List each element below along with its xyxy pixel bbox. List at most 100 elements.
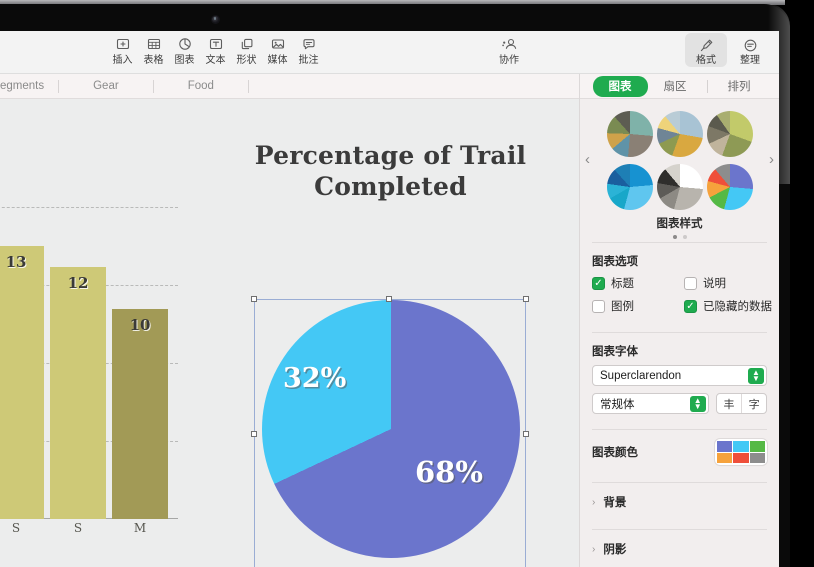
checkbox-description-icon[interactable] [684,277,697,290]
format-brush-icon [699,36,714,54]
chart-styles-section: ‹ › 图表样式 [580,99,779,234]
chart-style-thumb-1[interactable] [607,111,653,157]
increase-font-size-button[interactable]: 字 [741,394,766,413]
checkbox-row-legend[interactable]: 图例 [592,298,684,314]
checkbox-legend-icon[interactable] [592,300,605,313]
chevron-updown-icon[interactable]: ▲▼ [690,396,706,412]
sidebar-tab-bar: 图表 扇区 排列 [580,74,779,99]
font-family-select[interactable]: Superclarendon ▲▼ [592,365,767,386]
table-icon [147,34,161,53]
checkbox-hidden-data-icon[interactable]: ✓ [684,300,697,313]
chevron-right-icon: › [592,497,595,508]
toolbar-button-format[interactable]: 格式 [685,33,727,67]
chart-options-heading: 图表选项 [580,243,779,275]
bar-category-label: M [112,519,168,537]
webcam-lens-icon [214,17,216,19]
chart-colors-label: 图表颜色 [592,444,638,460]
chart-colors-swatch[interactable] [715,439,767,465]
chart-style-thumb-2[interactable] [657,111,703,157]
chevron-right-icon[interactable]: › [769,151,774,168]
bar-value-label: 10 [112,316,168,334]
bar-chart[interactable]: 13 12 10 S S M [0,207,178,537]
swatch-color-2 [733,441,748,452]
toolbar-button-collaborate[interactable]: 协作 [492,34,526,67]
comment-icon [302,34,316,53]
sheet-tab-gear[interactable]: Gear [59,80,153,92]
chart-icon [178,34,192,53]
resize-handle-middle-right[interactable] [523,431,529,437]
pager-dot-1[interactable] [673,235,677,239]
text-icon [209,34,223,53]
pager-dot-2[interactable] [683,235,687,239]
checkbox-label-title: 标题 [611,275,634,291]
checkbox-title-icon[interactable]: ✓ [592,277,605,290]
selection-frame[interactable] [254,299,526,567]
bar-value-label: 13 [0,253,44,271]
toolbar-insert-group: 插入 表格 图表 [107,34,324,67]
bar-chart-bar[interactable]: 12 [50,267,106,519]
document-canvas[interactable]: 13 12 10 S S M Percentage of Trail [0,99,579,567]
toolbar-label-text: 文本 [206,54,226,67]
toolbar-button-media[interactable]: 媒体 [262,34,293,67]
bar-chart-bar[interactable]: 13 [0,246,44,519]
toolbar-label-shape: 形状 [237,54,257,67]
tab-arrange[interactable]: 排列 [712,76,767,97]
swatch-color-4 [717,453,732,464]
collaborate-icon [501,34,517,53]
sheet-tab-segments[interactable]: egments [0,80,58,92]
chart-style-thumb-3[interactable] [707,111,753,157]
bar-chart-gridline [0,207,178,208]
toolbar-button-shape[interactable]: 形状 [231,34,262,67]
toolbar-button-chart[interactable]: 图表 [169,34,200,67]
bar-chart-bar[interactable]: 10 [112,309,168,519]
resize-handle-middle-left[interactable] [251,431,257,437]
checkbox-row-description[interactable]: 说明 [684,275,776,291]
chevron-left-icon[interactable]: ‹ [585,151,590,168]
decrease-font-size-button[interactable]: 丰 [717,394,742,413]
toolbar-label-chart: 图表 [175,54,195,67]
toolbar-button-organize[interactable]: 整理 [729,33,771,67]
chart-style-thumb-5[interactable] [657,164,703,210]
toolbar-collaborate-group: 协作 [492,34,526,67]
checkbox-row-title[interactable]: ✓ 标题 [592,275,684,291]
chart-style-thumb-6[interactable] [707,164,753,210]
tab-chart[interactable]: 图表 [593,76,648,97]
toolbar-label-media: 媒体 [268,54,288,67]
format-sidebar: 图表 扇区 排列 ‹ › 图表样式 [579,74,779,567]
insert-icon [116,34,130,53]
bar-value-label: 12 [50,274,106,292]
main-toolbar: 插入 表格 图表 [0,31,779,74]
section-background[interactable]: › 背景 [580,483,779,521]
font-style-select[interactable]: 常规体 ▲▼ [592,393,709,414]
chart-options-group: ✓ 标题 说明 图例 ✓ 已隐藏的数据 [580,275,779,324]
media-icon [271,34,285,53]
resize-handle-top-left[interactable] [251,296,257,302]
resize-handle-top-right[interactable] [523,296,529,302]
tab-wedges[interactable]: 扇区 [648,76,703,97]
toolbar-label-format: 格式 [696,54,716,67]
resize-handle-top-center[interactable] [386,296,392,302]
font-style-row: 常规体 ▲▼ 丰 字 [580,393,779,421]
sheet-tab-food[interactable]: Food [154,80,248,92]
toolbar-button-comment[interactable]: 批注 [293,34,324,67]
toolbar-label-comment: 批注 [299,54,319,67]
sheet-tab-bar: egments Gear Food [0,74,579,99]
toolbar-button-table[interactable]: 表格 [138,34,169,67]
toolbar-label-insert: 插入 [113,54,133,67]
font-family-value: Superclarendon [600,370,681,382]
sheet-tab-separator [248,80,249,93]
toolbar-button-text[interactable]: 文本 [200,34,231,67]
toolbar-button-insert[interactable]: 插入 [107,34,138,67]
chart-style-thumb-4[interactable] [607,164,653,210]
checkbox-label-legend: 图例 [611,298,634,314]
font-style-value: 常规体 [600,396,635,412]
section-label-shadow: 阴影 [603,541,626,557]
chevron-updown-icon[interactable]: ▲▼ [748,368,764,384]
bar-category-label: S [0,519,44,537]
webcam-icon [212,16,219,23]
page-title: Percentage of Trail Completed [248,141,533,202]
screenshot-root: 插入 表格 图表 [0,0,814,567]
checkbox-row-hidden-data[interactable]: ✓ 已隐藏的数据 [684,298,776,314]
section-shadow[interactable]: › 阴影 [580,530,779,567]
bar-chart-category-labels: S S M [0,519,178,537]
